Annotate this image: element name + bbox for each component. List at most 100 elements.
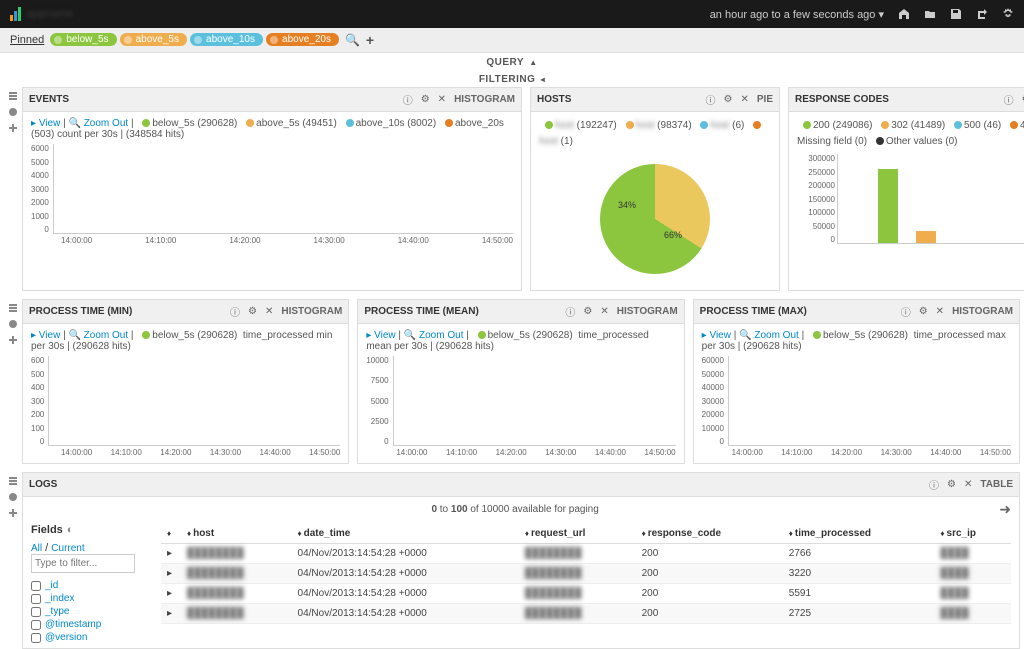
column-request_url[interactable]: request_url	[519, 524, 636, 544]
field-item-_type[interactable]: _type	[31, 605, 151, 618]
panel-logs: LOGS ⓘ ⚙ ✕ TABLE 0 to 100 0 to 100 of 10…	[22, 472, 1020, 649]
fields-toggle-icon[interactable]: ◐	[67, 524, 74, 536]
table-row[interactable]: ▸████████04/Nov/2013:14:54:28 +0000█████…	[161, 564, 1011, 584]
fields-filter-input[interactable]	[31, 554, 135, 573]
home-icon[interactable]	[898, 8, 910, 20]
expand-row-icon[interactable]: ▸	[161, 544, 181, 564]
response-chart[interactable]	[837, 154, 1024, 244]
save-icon[interactable]	[950, 8, 962, 20]
row-gear-icon[interactable]	[8, 107, 18, 117]
hosts-pie-chart[interactable]: 34% 66%	[600, 164, 710, 274]
panel-type: HISTOGRAM	[454, 94, 515, 105]
close-icon[interactable]: ✕	[740, 94, 748, 105]
folder-icon[interactable]	[924, 8, 936, 20]
table-row[interactable]: ▸████████04/Nov/2013:14:54:28 +0000█████…	[161, 544, 1011, 564]
pinned-tag-above_10s[interactable]: above_10s	[190, 33, 263, 46]
add-panel-icon[interactable]	[8, 123, 18, 133]
field-checkbox[interactable]	[31, 594, 41, 604]
table-row[interactable]: ▸████████04/Nov/2013:14:54:28 +0000█████…	[161, 584, 1011, 604]
info-icon[interactable]: ⓘ	[929, 477, 939, 492]
search-icon[interactable]: 🔍	[345, 33, 360, 47]
zoom-out-link[interactable]: 🔍 Zoom Out	[739, 330, 799, 341]
field-checkbox[interactable]	[31, 607, 41, 617]
expand-row-icon[interactable]: ▸	[161, 604, 181, 624]
field-item-_index[interactable]: _index	[31, 592, 151, 605]
fields-sidebar: Fields ◐ All / Current _id_index_type@ti…	[31, 524, 151, 644]
current-fields-link[interactable]: Current	[51, 543, 84, 554]
add-icon[interactable]: +	[366, 32, 374, 48]
field-checkbox[interactable]	[31, 633, 41, 643]
query-header[interactable]: QUERY ▲	[0, 53, 1024, 70]
collapse-icon[interactable]	[8, 476, 18, 486]
info-icon[interactable]: ⓘ	[901, 304, 911, 319]
paging-info: 0 to 100 0 to 100 of 10000 available for…	[431, 504, 598, 515]
process_time_mean-chart[interactable]: 100007500500025000	[366, 356, 675, 446]
close-icon[interactable]: ✕	[964, 479, 972, 490]
zoom-out-link[interactable]: 🔍 Zoom Out	[68, 330, 128, 341]
table-row[interactable]: ▸████████04/Nov/2013:14:54:28 +0000█████…	[161, 604, 1011, 624]
pinned-tag-below_5s[interactable]: below_5s	[50, 33, 116, 46]
gear-icon[interactable]: ⚙	[583, 306, 592, 317]
column-date_time[interactable]: date_time	[292, 524, 519, 544]
view-link[interactable]: ▸ View	[31, 118, 60, 129]
next-page-icon[interactable]: ➜	[999, 501, 1011, 518]
panel-title: PROCESS TIME (MIN)	[29, 306, 132, 317]
info-icon[interactable]: ⓘ	[230, 304, 240, 319]
pinned-label[interactable]: Pinned	[10, 34, 44, 46]
panel-type: HISTOGRAM	[281, 306, 342, 317]
panel-title: EVENTS	[29, 94, 69, 105]
info-icon[interactable]: ⓘ	[706, 92, 716, 107]
collapse-icon[interactable]	[8, 303, 18, 313]
gear-icon[interactable]: ⚙	[248, 306, 257, 317]
field-item-@timestamp[interactable]: @timestamp	[31, 618, 151, 631]
zoom-out-link[interactable]: 🔍 Zoom Out	[68, 118, 128, 129]
close-icon[interactable]: ✕	[600, 306, 608, 317]
logo-icon	[10, 7, 21, 21]
panel-type: TABLE	[980, 479, 1013, 490]
view-link[interactable]: ▸ View	[31, 330, 60, 341]
all-fields-link[interactable]: All	[31, 543, 42, 554]
column-src_ip[interactable]: src_ip	[934, 524, 1011, 544]
gear-icon[interactable]: ⚙	[947, 479, 956, 490]
events-chart[interactable]: 6000500040003000200010000	[31, 144, 513, 234]
info-icon[interactable]: ⓘ	[565, 304, 575, 319]
pinned-tag-above_20s[interactable]: above_20s	[266, 33, 339, 46]
close-icon[interactable]: ✕	[265, 306, 273, 317]
view-link[interactable]: ▸ View	[366, 330, 395, 341]
field-item-@version[interactable]: @version	[31, 631, 151, 644]
gear-icon[interactable]: ⚙	[919, 306, 928, 317]
add-panel-icon[interactable]	[8, 335, 18, 345]
column-response_code[interactable]: response_code	[636, 524, 783, 544]
close-icon[interactable]: ✕	[936, 306, 944, 317]
column-host[interactable]: host	[181, 524, 292, 544]
field-checkbox[interactable]	[31, 581, 41, 591]
pinned-tag-above_5s[interactable]: above_5s	[120, 33, 187, 46]
column-time_processed[interactable]: time_processed	[783, 524, 935, 544]
field-item-_id[interactable]: _id	[31, 579, 151, 592]
row-gear-icon[interactable]	[8, 492, 18, 502]
expand-row-icon[interactable]: ▸	[161, 584, 181, 604]
zoom-out-link[interactable]: 🔍 Zoom Out	[404, 330, 464, 341]
app-name: appname	[27, 8, 73, 20]
add-panel-icon[interactable]	[8, 508, 18, 518]
panel-process_time_mean: PROCESS TIME (MEAN) ⓘ⚙✕HISTOGRAM ▸ View …	[357, 299, 684, 464]
info-icon[interactable]: ⓘ	[1004, 92, 1014, 107]
process_time_max-chart[interactable]: 6000050000400003000020000100000	[702, 356, 1011, 446]
expand-row-icon[interactable]: ▸	[161, 564, 181, 584]
gear-icon[interactable]: ⚙	[724, 94, 733, 105]
info-icon[interactable]: ⓘ	[403, 92, 413, 107]
process_time_min-chart[interactable]: 6005004003002001000	[31, 356, 340, 446]
filtering-header[interactable]: FILTERING ◂	[0, 70, 1024, 87]
collapse-icon[interactable]	[8, 91, 18, 101]
gear-icon[interactable]	[1002, 8, 1014, 20]
view-link[interactable]: ▸ View	[702, 330, 731, 341]
panel-response-codes: RESPONSE CODES ⓘ ⚙ ✕ TERMS 200 (249086) …	[788, 87, 1024, 291]
field-checkbox[interactable]	[31, 620, 41, 630]
panel-type: HISTOGRAM	[617, 306, 678, 317]
share-icon[interactable]	[976, 8, 988, 20]
row-gear-icon[interactable]	[8, 319, 18, 329]
close-icon[interactable]: ✕	[438, 94, 446, 105]
panel-process_time_max: PROCESS TIME (MAX) ⓘ⚙✕HISTOGRAM ▸ View |…	[693, 299, 1020, 464]
time-range-picker[interactable]: an hour ago to a few seconds ago ▾	[710, 8, 884, 21]
gear-icon[interactable]: ⚙	[421, 94, 430, 105]
